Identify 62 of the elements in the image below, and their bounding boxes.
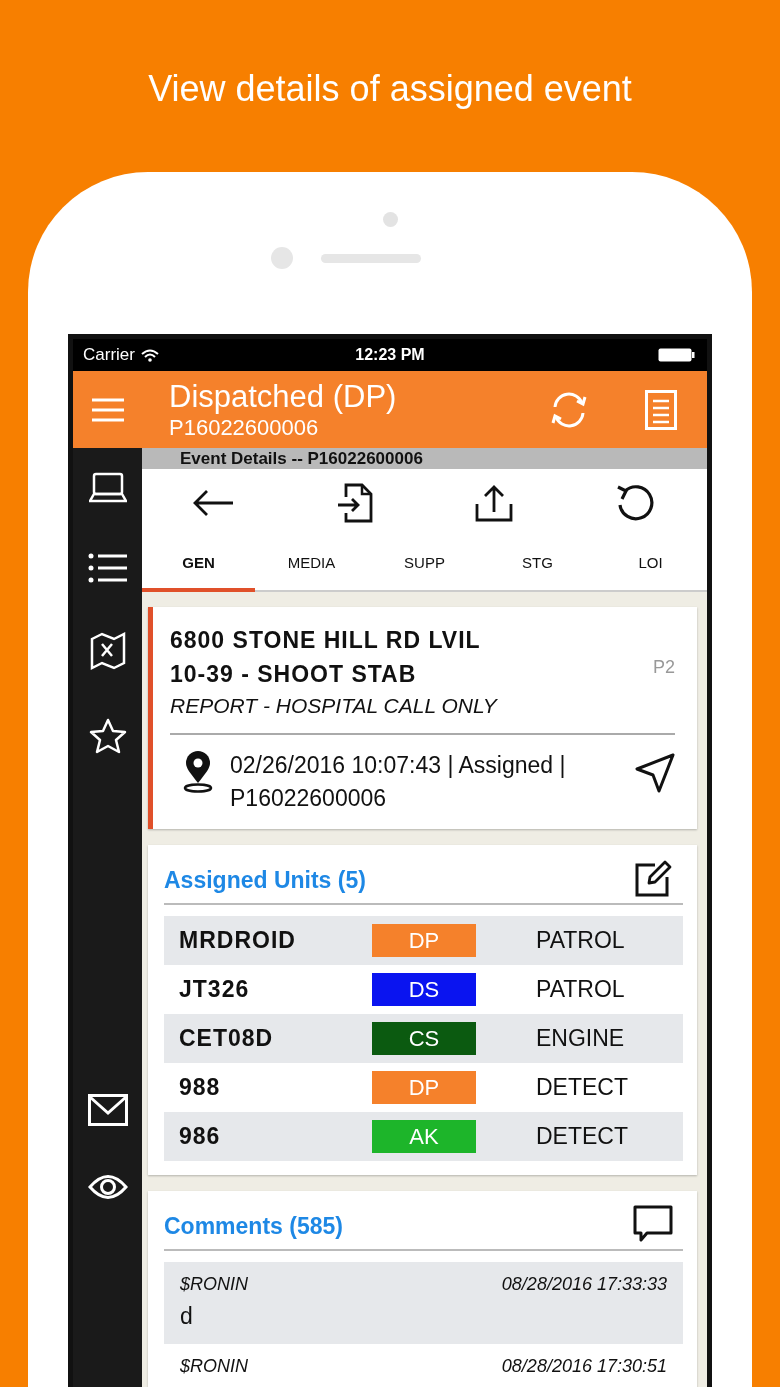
comment-time: 08/28/2016 17:30:51 [501,1355,667,1378]
eye-icon[interactable] [87,1174,128,1200]
camera-dot [382,212,398,227]
star-icon[interactable] [88,718,127,754]
sync-button[interactable] [549,390,589,429]
unit-name: MRDROID [178,927,297,954]
unit-type: DETECT [536,1074,628,1101]
unit-type: ENGINE [536,1025,625,1052]
undo-icon[interactable] [614,482,655,523]
status-badge: DP [372,924,476,957]
event-details-bar: Event Details -- P16022600006 [142,448,707,469]
status-badge: AK [372,1120,476,1153]
comment-icon[interactable] [633,1205,673,1243]
comment-time: 08/28/2016 17:33:33 [501,1273,667,1296]
status-badge: CS [372,1022,476,1055]
event-note: REPORT - HOSPITAL CALL ONLY [170,693,499,719]
battery-icon [658,348,695,362]
sensor-dot [271,247,293,269]
comment-text: d [180,1302,194,1331]
edit-icon[interactable] [635,859,673,897]
laptop-icon[interactable] [88,472,127,504]
event-address: 6800 STONE HILL RD LVIL [170,626,482,655]
tab[interactable]: LOI [594,536,707,592]
unit-name: 988 [178,1074,222,1101]
upload-icon[interactable] [475,483,514,522]
carrier-label: Carrier [83,345,135,365]
document-button[interactable] [645,389,677,430]
headline: View details of assigned event [147,67,633,111]
unit-name: JT326 [178,976,251,1003]
unit-row[interactable]: CET08D CS ENGINE [164,1014,683,1063]
comment-author: $RONIN [180,1273,248,1296]
status-badge: DP [372,1071,476,1104]
map-icon[interactable] [89,632,126,670]
tab[interactable]: SUPP [368,536,481,592]
unit-row[interactable]: MRDROID DP PATROL [164,916,683,965]
tab[interactable]: GEN [142,536,255,592]
unit-name: CET08D [178,1025,275,1052]
section-title: Assigned Units (5) [164,866,366,895]
location-pin-icon [182,751,214,793]
section-title: Comments (585) [164,1212,343,1241]
back-arrow-icon[interactable] [192,488,234,517]
status-badge: DS [372,973,476,1006]
unit-type: PATROL [536,927,625,954]
wifi-icon [140,348,159,362]
list-icon[interactable] [87,552,128,584]
mail-icon[interactable] [87,1094,128,1126]
navigation-icon[interactable] [635,753,675,793]
comment-author: $RONIN [180,1355,248,1378]
unit-name: 986 [178,1123,222,1150]
event-number: P16022600006 [169,414,320,441]
event-details: 02/26/2016 10:07:43 | Assigned | P16022600006 [230,751,567,813]
unit-row[interactable]: 986 AK DETECT [164,1112,683,1161]
priority-label: P2 [652,656,675,678]
tab[interactable]: MEDIA [255,536,368,592]
status-title: Dispatched (DP) [169,378,398,415]
menu-button[interactable] [91,397,125,422]
clock-time: 12:23 PM [354,346,426,364]
file-import-icon[interactable] [335,482,374,523]
tab[interactable]: STG [481,536,594,592]
unit-type: PATROL [536,976,625,1003]
event-type: 10-39 - SHOOT STAB [170,660,418,689]
unit-type: DETECT [536,1123,628,1150]
